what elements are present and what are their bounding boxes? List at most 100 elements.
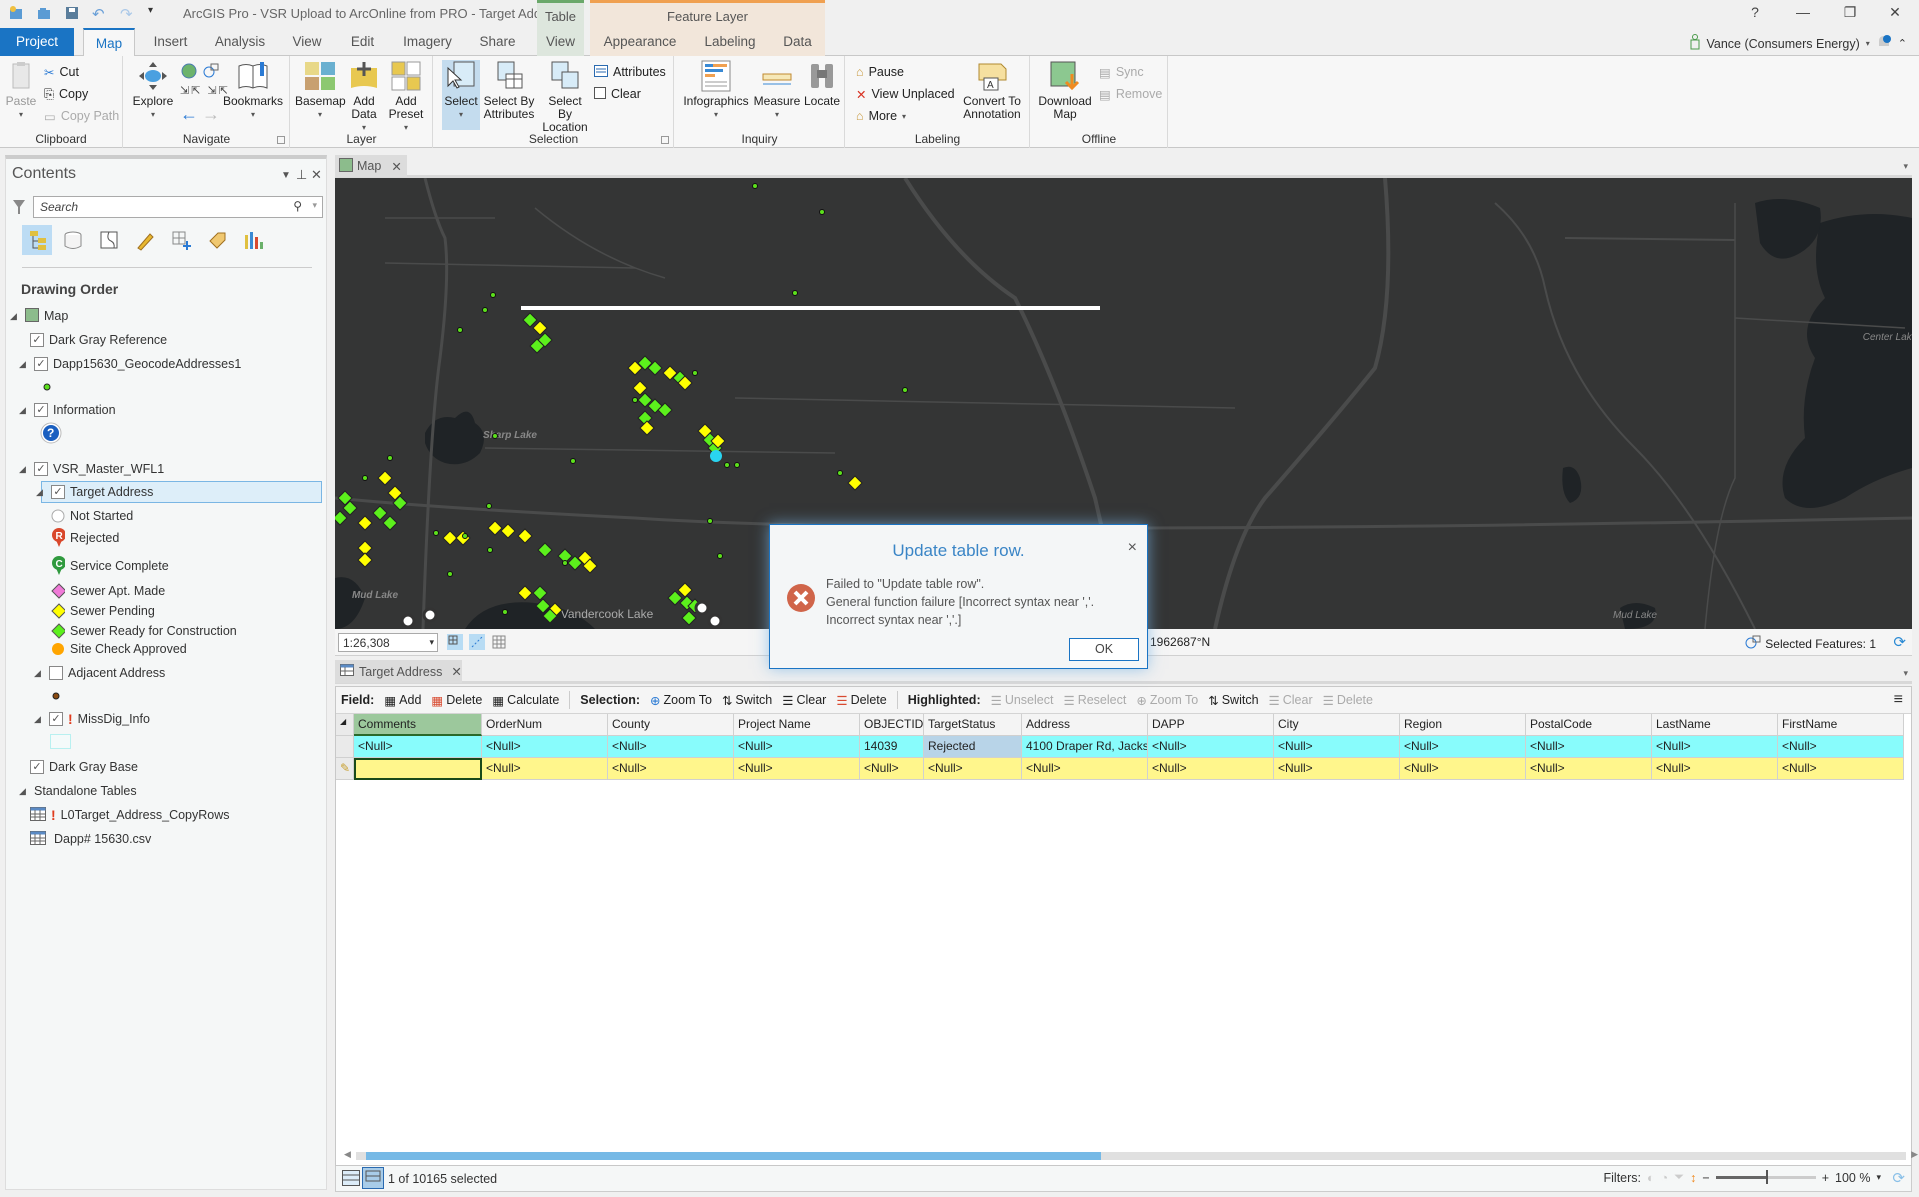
tab-edit[interactable]: Edit [340, 28, 385, 56]
edit-pencil-icon[interactable]: ✎ [336, 758, 354, 780]
row-header[interactable]: ◢ [336, 714, 354, 736]
unselect-button[interactable]: ☰ Unselect [991, 693, 1054, 708]
table-cell[interactable]: <Null> [924, 758, 1022, 780]
infographics-button[interactable]: Infographics ▾ [681, 60, 751, 121]
scrollbar-thumb[interactable] [366, 1152, 1101, 1160]
table-cell[interactable]: Rejected [924, 736, 1022, 758]
close-tab-icon[interactable]: ✕ [391, 159, 401, 174]
show-selected-records-icon[interactable] [362, 1167, 384, 1192]
search-icon[interactable]: ⚲ [293, 199, 302, 213]
tree-item-map[interactable]: ◢ Map [10, 305, 68, 327]
locate-button[interactable]: Locate [801, 60, 843, 108]
row-header[interactable] [336, 736, 354, 758]
tab-overflow-icon[interactable]: ▾ [1903, 161, 1908, 172]
save-icon[interactable] [64, 5, 82, 21]
convert-to-annotation-button[interactable]: A Convert To Annotation [958, 60, 1026, 121]
table-cell[interactable]: <Null> [1652, 736, 1778, 758]
bookmarks-button[interactable]: Bookmarks ▾ [222, 60, 284, 121]
measure-button[interactable]: Measure ▾ [753, 60, 801, 121]
snapping-toggle-icon[interactable] [469, 634, 485, 653]
tab-overflow-icon[interactable]: ▾ [1903, 668, 1908, 679]
sync-button[interactable]: ▤ Sync [1099, 62, 1144, 82]
dialog-close-button[interactable]: × [1128, 539, 1137, 557]
expand-triangle-icon[interactable]: ◢ [19, 464, 29, 475]
column-header[interactable]: OBJECTID [860, 714, 924, 736]
switch-selection-button[interactable]: ⇅ Switch [722, 693, 772, 708]
remove-button[interactable]: ▤ Remove [1099, 84, 1162, 104]
dialog-ok-button[interactable]: OK [1069, 638, 1139, 661]
tree-item-standalone-tables[interactable]: ◢ Standalone Tables [19, 780, 137, 802]
table-cell[interactable]: <Null> [608, 758, 734, 780]
copy-path-button[interactable]: ▭ Copy Path [44, 106, 119, 126]
next-extent-icon[interactable]: → [202, 104, 220, 125]
tree-item-geocode-addresses[interactable]: ◢ ✓ Dapp15630_GeocodeAddresses1 [19, 353, 241, 375]
expand-triangle-icon[interactable]: ◢ [34, 714, 44, 725]
table-cell[interactable]: <Null> [354, 736, 482, 758]
navigate-dialog-launcher[interactable] [277, 136, 285, 144]
expand-triangle-icon[interactable]: ◢ [36, 487, 46, 498]
table-cell[interactable]: <Null> [1274, 758, 1400, 780]
column-header[interactable]: Project Name [734, 714, 860, 736]
tree-item-dark-gray-reference[interactable]: ✓ Dark Gray Reference [30, 329, 167, 351]
clear-selection-button[interactable]: Clear [594, 84, 641, 104]
table-cell[interactable]: <Null> [1022, 758, 1148, 780]
refresh-icon[interactable]: ⟳ [1893, 633, 1906, 651]
notification-icon[interactable] [1876, 34, 1892, 53]
table-cell[interactable]: <Null> [482, 758, 608, 780]
tree-item-information[interactable]: ◢ ✓ Information [19, 399, 116, 421]
horizontal-scrollbar[interactable]: ◀ ▶ [344, 1149, 1918, 1160]
zoom-in-button[interactable]: + [1822, 1171, 1829, 1185]
labeling-view-icon[interactable] [202, 225, 232, 255]
table-cell[interactable]: <Null> [860, 758, 924, 780]
zoom-to-selection-icon[interactable] [202, 62, 220, 83]
scale-selector[interactable]: 1:26,308 ▾ [338, 633, 438, 652]
layer-checkbox[interactable]: ✓ [51, 485, 65, 499]
full-extent-icon[interactable] [180, 62, 198, 83]
select-by-attributes-button[interactable]: Select By Attributes [482, 60, 536, 121]
attributes-button[interactable]: Attributes [594, 62, 666, 82]
table-cell[interactable]: <Null> [1148, 758, 1274, 780]
zoom-slider-handle[interactable] [1765, 1170, 1768, 1184]
reselect-button[interactable]: ☰ Reselect [1063, 693, 1126, 708]
tab-analysis[interactable]: Analysis [205, 28, 275, 56]
zoom-to-highlighted-button[interactable]: ⊕ Zoom To [1136, 693, 1198, 708]
table-cell[interactable]: <Null> [1526, 758, 1652, 780]
table-row-editing[interactable]: ✎ <Null> <Null> <Null> <Null> <Null> <Null> <Nu… [336, 758, 1911, 780]
tab-project[interactable]: Project [0, 28, 74, 56]
definition-filter-icon[interactable]: ⏷ [1674, 1170, 1684, 1185]
new-project-icon[interactable] [8, 5, 26, 21]
charts-view-icon[interactable] [238, 225, 268, 255]
basemap-button[interactable]: Basemap ▾ [295, 60, 346, 121]
chevron-down-icon[interactable]: ▾ [1876, 1172, 1881, 1183]
column-header[interactable]: Address [1022, 714, 1148, 736]
contents-search-input[interactable]: Search ⚲ ▾ [33, 196, 323, 218]
download-map-button[interactable]: Download Map [1035, 60, 1095, 121]
delete-highlighted-button[interactable]: ☰ Delete [1323, 693, 1373, 708]
time-filter-icon[interactable]: ◔ [1661, 1171, 1669, 1185]
table-cell[interactable]: <Null> [608, 736, 734, 758]
table-cell[interactable]: <Null> [1400, 736, 1526, 758]
editing-view-icon[interactable] [130, 225, 160, 255]
table-cell[interactable]: <Null> [734, 736, 860, 758]
refresh-icon[interactable]: ⟳ [1892, 1169, 1905, 1187]
layer-checkbox[interactable]: ✓ [49, 712, 63, 726]
clear-highlighted-button[interactable]: ☰ Clear [1269, 693, 1313, 708]
filter-icon[interactable] [12, 199, 26, 218]
table-cell[interactable]: <Null> [734, 758, 860, 780]
select-button[interactable]: Select ▾ [442, 60, 480, 130]
layer-checkbox[interactable]: ✓ [34, 462, 48, 476]
column-header[interactable]: Region [1400, 714, 1526, 736]
previous-extent-icon[interactable]: ← [180, 104, 198, 125]
table-cell[interactable]: <Null> [1148, 736, 1274, 758]
copy-button[interactable]: ⎘ Copy [44, 84, 88, 104]
show-all-records-icon[interactable] [342, 1170, 360, 1189]
undo-icon[interactable]: ↶ [92, 5, 110, 23]
expand-triangle-icon[interactable]: ◢ [19, 786, 29, 797]
help-button[interactable]: ? [1740, 4, 1770, 20]
scroll-right-icon[interactable]: ▶ [1911, 1149, 1918, 1160]
expand-triangle-icon[interactable]: ◢ [34, 668, 44, 679]
pause-labeling-button[interactable]: ⌂ Pause [856, 62, 904, 82]
user-account[interactable]: Vance (Consumers Energy) ▾ ⌃ [1690, 34, 1907, 53]
tree-item-missdig-info[interactable]: ◢ ✓ ! MissDig_Info [34, 708, 150, 730]
tree-item-dapp-csv[interactable]: Dapp# 15630.csv [30, 828, 151, 850]
